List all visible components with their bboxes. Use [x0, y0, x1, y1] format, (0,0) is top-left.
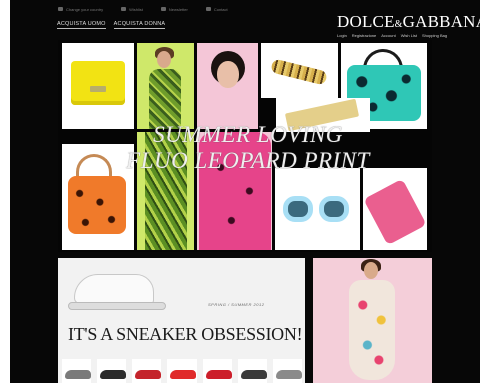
sneaker-promo[interactable]: SPRING / SUMMER 2012 IT'S A SNEAKER OBSE… — [58, 258, 305, 383]
pink-phone-case-image — [363, 178, 427, 246]
utility-contact-label: Contact — [213, 6, 228, 12]
account-my-account[interactable]: Account — [381, 33, 395, 38]
white-sneaker-image — [64, 268, 168, 316]
floral-dress — [349, 280, 395, 380]
hero-headline-line1: SUMMER LOVING — [153, 122, 343, 147]
logo-amp: & — [394, 19, 403, 30]
utility-newsletter-label: Newsletter — [168, 6, 188, 12]
account-register[interactable]: Registrazione — [352, 33, 376, 38]
yellow-bag-tile — [62, 43, 134, 129]
hero-headline-line2: FLUO LEOPARD PRINT — [126, 148, 370, 173]
heart-icon — [121, 7, 127, 11]
sneaker-thumbnail[interactable] — [62, 359, 92, 383]
green-dress — [149, 69, 181, 129]
mail-icon — [160, 7, 166, 11]
sneaker-thumbnail[interactable] — [202, 359, 232, 383]
sneaker-thumbnail[interactable] — [272, 359, 302, 383]
account-wishlist[interactable]: Wish List — [401, 33, 417, 38]
utility-wishlist-label: Wishlist — [129, 6, 143, 12]
brand-logo[interactable]: DOLCE&GABBANA — [337, 12, 488, 32]
model-face — [217, 61, 239, 88]
season-label: SPRING / SUMMER 2012 — [208, 302, 265, 307]
hero-banner[interactable]: SUMMER LOVING FLUO LEOPARD PRINT — [58, 40, 432, 252]
sneaker-headline: IT'S A SNEAKER OBSESSION! — [68, 324, 303, 344]
sneaker-sole — [68, 302, 166, 310]
account-shopping-bag[interactable]: Shopping Bag — [422, 33, 447, 38]
sneaker-thumbnails — [62, 359, 302, 383]
leopard-sandal-image — [270, 58, 328, 86]
yellow-handbag-image — [71, 61, 125, 105]
main-nav: ACQUISTA UOMO ACQUISTA DONNA — [57, 21, 166, 29]
sneaker-thumbnail[interactable] — [132, 359, 162, 383]
logo-left: DOLCE — [337, 12, 395, 31]
model-face — [157, 51, 171, 68]
account-links: Login Registrazione Account Wish List Sh… — [337, 33, 447, 38]
logo-right: GABBANA — [402, 12, 488, 31]
utility-contact[interactable]: Contact — [205, 5, 228, 13]
phone-case-tile — [363, 168, 427, 250]
orange-leopard-bag-image — [68, 176, 126, 234]
nav-shop-men[interactable]: ACQUISTA UOMO — [57, 21, 106, 29]
sunglasses-lens-left — [283, 196, 313, 222]
green-dress-model-tile — [137, 43, 194, 129]
utility-country[interactable]: Change your country — [58, 5, 103, 13]
model-face — [364, 262, 378, 279]
utility-bar: Change your country Wishlist Newsletter … — [58, 5, 228, 13]
sneaker-thumbnail[interactable] — [237, 359, 267, 383]
utility-newsletter[interactable]: Newsletter — [160, 5, 188, 13]
sunglasses-lens-right — [319, 196, 349, 222]
sneaker-upper — [74, 274, 154, 304]
account-login[interactable]: Login — [337, 33, 347, 38]
sneaker-thumbnail[interactable] — [167, 359, 197, 383]
utility-wishlist[interactable]: Wishlist — [121, 5, 143, 13]
nav-shop-women[interactable]: ACQUISTA DONNA — [113, 21, 166, 29]
model-portrait-tile — [197, 43, 258, 129]
sneaker-thumbnail[interactable] — [97, 359, 127, 383]
floral-dress-promo[interactable] — [313, 258, 432, 383]
sandal-tile — [261, 43, 338, 98]
utility-country-label: Change your country — [66, 6, 104, 12]
globe-icon — [58, 7, 63, 11]
phone-icon — [205, 7, 211, 11]
sunglasses-tile — [275, 168, 360, 250]
